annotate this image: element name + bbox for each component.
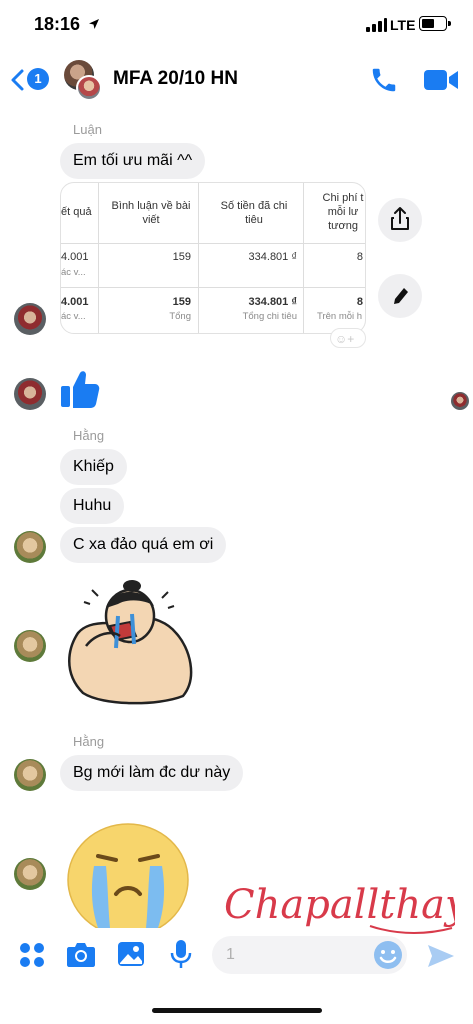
conversation-header: 1 MFA 20/10 HN [0, 50, 473, 110]
thumbs-up-icon[interactable] [58, 367, 102, 411]
message-bubble[interactable]: Bg mới làm đc dư này [60, 755, 244, 791]
pencil-icon [394, 288, 408, 304]
table-cell: 8 [356, 296, 363, 308]
avatar[interactable] [14, 531, 46, 563]
table-header: Bình luận về bài viết [111, 200, 191, 226]
phone-call-icon[interactable] [369, 65, 399, 95]
avatar[interactable] [14, 630, 46, 662]
crying-sticker[interactable] [58, 578, 198, 708]
gallery-icon[interactable] [117, 941, 145, 967]
composer-bar: 1 [0, 928, 473, 988]
camera-icon[interactable] [66, 940, 96, 968]
table-cell: Tổng chi tiêu [242, 311, 297, 322]
sender-name: Hằng [73, 734, 105, 749]
home-indicator [152, 1008, 322, 1013]
avatar[interactable] [14, 378, 46, 410]
table-header: Chi phí t mỗi lư tương [322, 192, 364, 232]
read-receipt-avatar [451, 392, 469, 410]
battery-icon [419, 16, 451, 31]
microphone-icon[interactable] [170, 939, 192, 969]
table-cell: 334.801 ₫ [248, 251, 297, 263]
crying-emoji[interactable] [64, 820, 192, 928]
svg-text:Chapallthay: Chapallthay [224, 882, 455, 928]
message-bubble[interactable]: C xa đảo quá em ơi [60, 527, 227, 563]
message-bubble[interactable]: Khiếp [60, 449, 127, 485]
table-cell: ác v... [61, 267, 86, 278]
table-cell: 8 [356, 251, 363, 263]
status-bar: 18:16 LTE [0, 0, 473, 50]
table-cell: 334.801 ₫ [248, 296, 297, 308]
avatar[interactable] [14, 858, 46, 890]
table-cell: 4.001 [61, 296, 89, 308]
sender-name: Hằng [73, 428, 105, 443]
group-avatar[interactable] [60, 60, 102, 102]
video-call-icon[interactable] [424, 68, 460, 92]
message-bubble[interactable]: Em tối ưu mãi ^^ [60, 143, 206, 179]
location-arrow-icon [89, 19, 99, 29]
table-cell: 159 [172, 296, 191, 308]
unread-badge[interactable]: 1 [27, 68, 49, 90]
edit-button[interactable] [378, 274, 422, 318]
add-reaction-button[interactable]: ☺+ [330, 328, 366, 348]
smile-plus-icon: ☺+ [335, 332, 355, 346]
table-cell: 4.001 [61, 251, 89, 263]
back-chevron-icon[interactable] [10, 68, 26, 92]
sender-name: Luận [73, 122, 102, 137]
share-button[interactable] [378, 198, 422, 242]
avatar[interactable] [14, 759, 46, 791]
table-header: ết quả [61, 206, 92, 218]
shared-table-image[interactable]: ết quả Bình luận về bài viết Số tiền đã … [60, 182, 366, 334]
carrier-label: LTE [390, 17, 416, 33]
table-header: Số tiền đã chi tiêu [220, 200, 288, 226]
message-bubble[interactable]: Huhu [60, 488, 125, 524]
share-icon [391, 207, 409, 230]
avatar[interactable] [14, 303, 46, 335]
more-apps-icon[interactable] [19, 942, 45, 968]
emoji-icon[interactable] [373, 940, 403, 970]
table-cell: 159 [172, 251, 191, 263]
table-cell: ác v... [61, 311, 86, 322]
signal-icon [366, 18, 388, 32]
conversation-title[interactable]: MFA 20/10 HN [113, 68, 238, 90]
table-cell: Trên mỗi h [317, 311, 363, 322]
status-time: 18:16 [34, 14, 81, 34]
table-cell: Tổng [169, 311, 191, 322]
send-icon[interactable] [427, 944, 455, 968]
